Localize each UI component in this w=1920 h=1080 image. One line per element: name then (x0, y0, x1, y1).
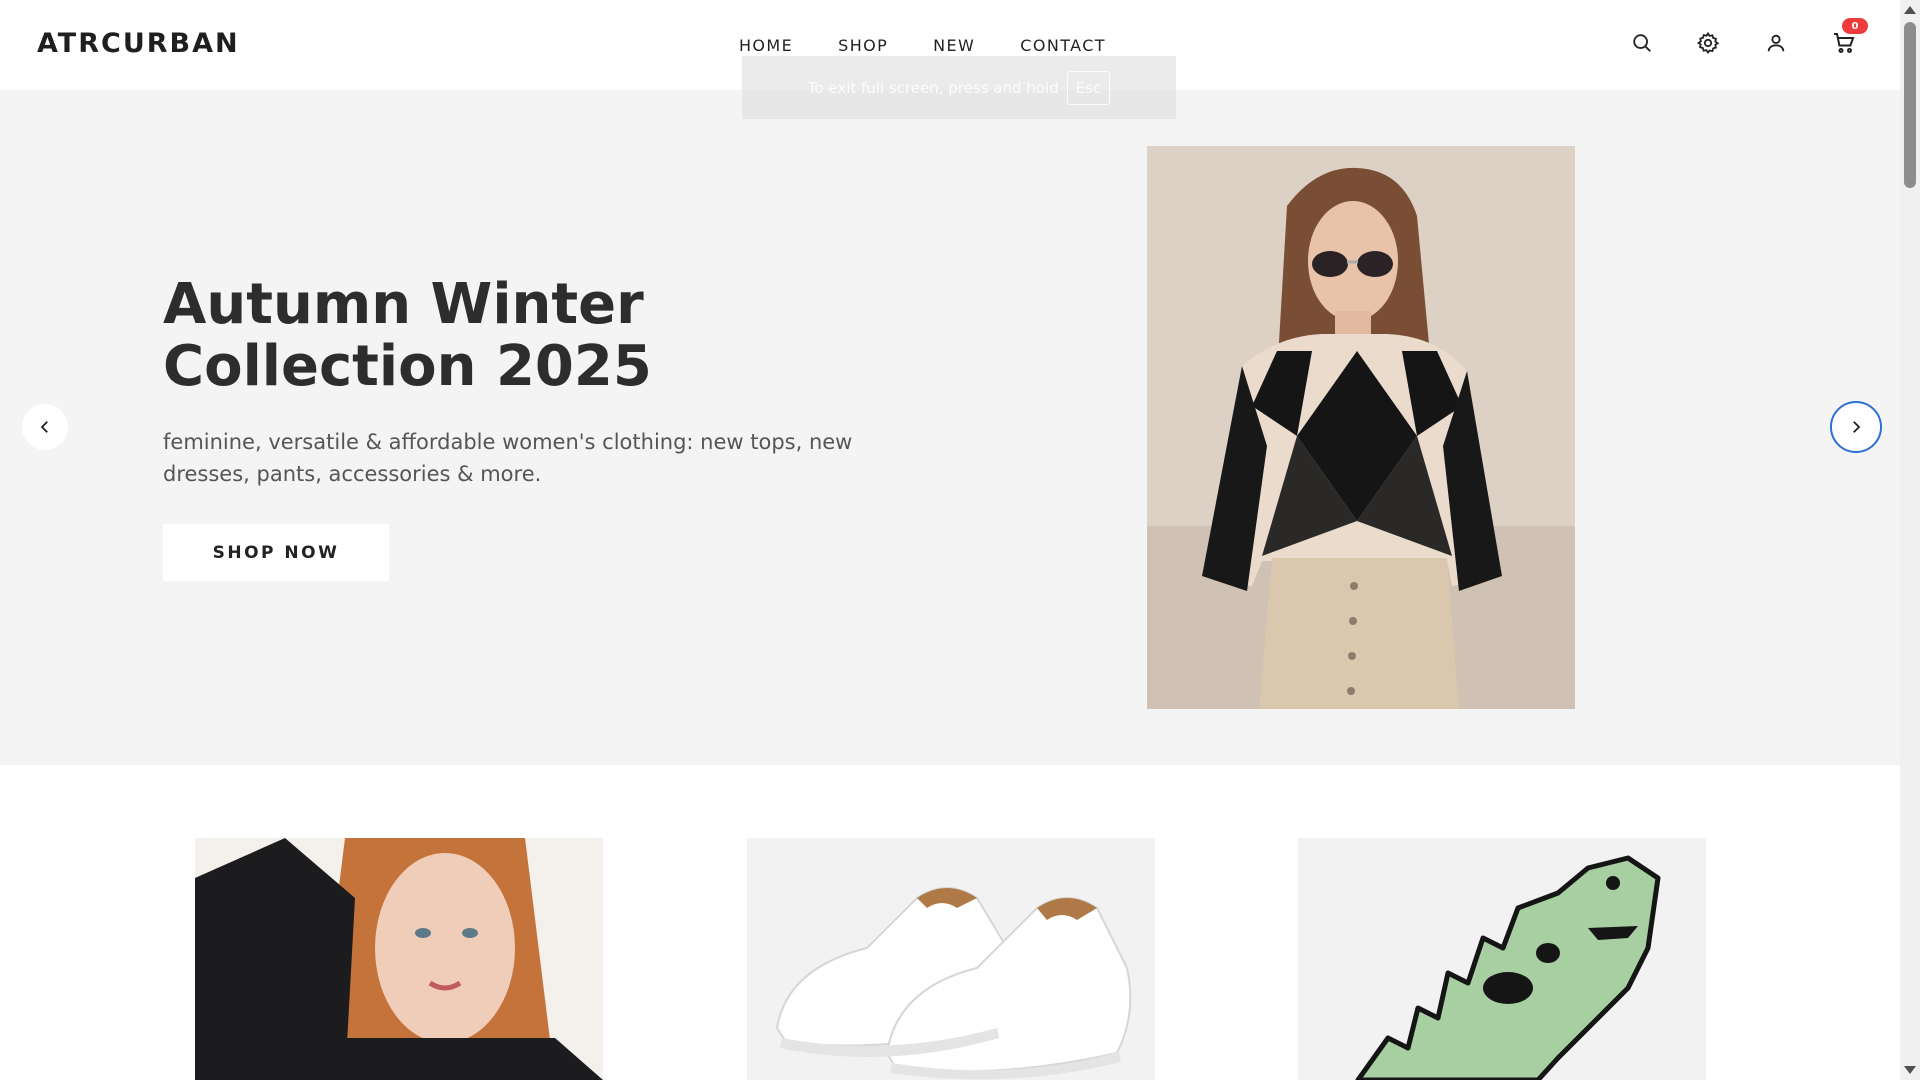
fullscreen-notice-key: Esc (1066, 70, 1111, 105)
nav-item-contact[interactable]: CONTACT (1020, 36, 1106, 55)
category-card-women[interactable] (195, 838, 603, 1080)
category-card-accessories[interactable] (1298, 838, 1706, 1080)
slider-prev-button[interactable] (22, 404, 68, 450)
cart-icon[interactable]: 0 (1830, 18, 1868, 57)
chevron-right-icon (1853, 421, 1861, 433)
nav-item-shop[interactable]: SHOP (838, 36, 888, 55)
scrollbar-thumb[interactable] (1904, 22, 1916, 188)
brand-logo[interactable]: ATRCURBAN (37, 28, 240, 59)
slider-next-button[interactable] (1830, 401, 1882, 453)
fullscreen-exit-notice: To exit full screen, press and hold Esc (742, 56, 1176, 119)
fullscreen-notice-text: To exit full screen, press and hold (807, 78, 1059, 97)
shop-now-button[interactable]: SHOP NOW (163, 524, 389, 581)
hero-model-image (1147, 146, 1575, 709)
scroll-up-arrow-icon[interactable] (1904, 6, 1916, 14)
chevron-left-icon (40, 421, 48, 433)
nav-item-new[interactable]: NEW (933, 36, 975, 55)
header-actions: 0 (1628, 18, 1874, 59)
page-scrollbar[interactable] (1900, 0, 1920, 1080)
category-card-shoes[interactable] (747, 838, 1155, 1080)
nav-item-home[interactable]: HOME (739, 36, 793, 55)
hero-title: Autumn Winter Collection 2025 (163, 272, 652, 399)
hero-slider: Autumn Winter Collection 2025 feminine, … (0, 90, 1900, 765)
user-icon[interactable] (1762, 29, 1790, 57)
main-nav: HOME SHOP NEW CONTACT (739, 36, 1106, 55)
woman-portrait-image (195, 838, 603, 1080)
sneakers-image (747, 838, 1155, 1080)
cart-count-badge: 0 (1842, 18, 1868, 34)
hero-subtitle: feminine, versatile & affordable women's… (163, 430, 853, 486)
scroll-down-arrow-icon[interactable] (1904, 1066, 1916, 1074)
gear-icon[interactable] (1694, 29, 1722, 57)
search-icon[interactable] (1628, 29, 1656, 57)
dinosaur-bag-image (1298, 838, 1706, 1080)
